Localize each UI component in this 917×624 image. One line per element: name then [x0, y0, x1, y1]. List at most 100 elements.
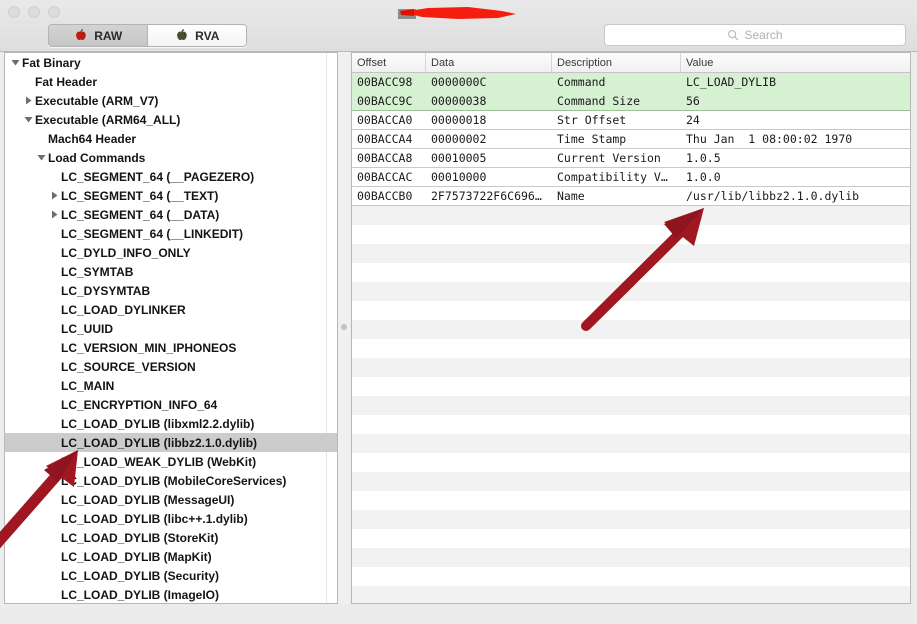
cell-offset: 00BACCA8 [352, 151, 426, 165]
tree-item[interactable]: LC_SEGMENT_64 (__PAGEZERO) [5, 167, 337, 186]
column-header-value[interactable]: Value [681, 53, 910, 72]
cell-offset: 00BACCA0 [352, 113, 426, 127]
table-empty-row [352, 320, 910, 339]
column-header-description[interactable]: Description [552, 53, 681, 72]
tree-item[interactable]: LC_LOAD_DYLIB (libxml2.2.dylib) [5, 414, 337, 433]
tab-rva[interactable]: RVA [148, 25, 247, 46]
apple-red-icon [73, 28, 88, 43]
cell-description: Command Size [552, 94, 681, 108]
cell-offset: 00BACC98 [352, 75, 426, 89]
column-header-data[interactable]: Data [426, 53, 552, 72]
tree-item[interactable]: LC_SYMTAB [5, 262, 337, 281]
tree-item[interactable]: LC_DYLD_INFO_ONLY [5, 243, 337, 262]
disclosure-open-icon[interactable] [24, 115, 33, 124]
disclosure-closed-icon[interactable] [50, 210, 59, 219]
tree-item-label: Executable (ARM_V7) [35, 94, 158, 108]
tree-item-selected[interactable]: LC_LOAD_DYLIB (libbz2.1.0.dylib) [5, 433, 337, 452]
tree-item-label: LC_UUID [61, 322, 113, 336]
tree-item-label: LC_SEGMENT_64 (__LINKEDIT) [61, 227, 243, 241]
tree-item[interactable]: Load Commands [5, 148, 337, 167]
table-row[interactable]: 00BACCAC00010000Compatibility V…1.0.0 [352, 168, 910, 187]
tree-item-label: LC_DYSYMTAB [61, 284, 150, 298]
search-icon [727, 29, 739, 41]
tree-item[interactable]: LC_LOAD_DYLIB (MapKit) [5, 547, 337, 566]
table-empty-row [352, 567, 910, 586]
tree-item-label: LC_SOURCE_VERSION [61, 360, 196, 374]
tree-item[interactable]: LC_LOAD_DYLIB (MessageUI) [5, 490, 337, 509]
view-mode-segmented-control[interactable]: RAW RVA [48, 24, 247, 47]
tree-item[interactable]: LC_UUID [5, 319, 337, 338]
tree-item-label: LC_LOAD_DYLIB (MapKit) [61, 550, 212, 564]
table-header-row: OffsetDataDescriptionValue [352, 53, 910, 73]
tree-item[interactable]: Fat Header [5, 72, 337, 91]
tree-item[interactable]: LC_SEGMENT_64 (__DATA) [5, 205, 337, 224]
tree-item-label: LC_MAIN [61, 379, 114, 393]
cell-data: 00010005 [426, 151, 552, 165]
tree-item[interactable]: Fat Binary [5, 53, 337, 72]
tab-raw[interactable]: RAW [49, 25, 148, 46]
table-empty-row [352, 377, 910, 396]
tree-item[interactable]: LC_VERSION_MIN_IPHONEOS [5, 338, 337, 357]
table-empty-row [352, 396, 910, 415]
tree-item[interactable]: Mach64 Header [5, 129, 337, 148]
table-row[interactable]: 00BACCA800010005Current Version1.0.5 [352, 149, 910, 168]
tree-item-label: LC_LOAD_DYLIB (MessageUI) [61, 493, 234, 507]
disclosure-closed-icon[interactable] [50, 191, 59, 200]
window-titlebar: RAW RVA Search [0, 0, 917, 52]
cell-value: 56 [681, 94, 910, 108]
splitter-handle-dot[interactable] [341, 324, 347, 330]
tree-item-label: LC_LOAD_DYLIB (Security) [61, 569, 219, 583]
table-empty-row [352, 282, 910, 301]
tree-item-label: LC_SEGMENT_64 (__TEXT) [61, 189, 218, 203]
disclosure-open-icon[interactable] [11, 58, 20, 67]
tree-item-label: LC_SYMTAB [61, 265, 133, 279]
table-row[interactable]: 00BACCA400000002Time StampThu Jan 1 08:0… [352, 130, 910, 149]
tree-item-label: LC_LOAD_DYLIB (libc++.1.dylib) [61, 512, 248, 526]
tree-item[interactable]: LC_ENCRYPTION_INFO_64 [5, 395, 337, 414]
tree-item-label: LC_LOAD_DYLIB (libxml2.2.dylib) [61, 417, 254, 431]
tree-item[interactable]: Executable (ARM_V7) [5, 91, 337, 110]
disclosure-triangle[interactable] [48, 210, 61, 219]
tree-item[interactable]: Executable (ARM64_ALL) [5, 110, 337, 129]
search-field[interactable]: Search [604, 24, 906, 46]
cell-data: 00000002 [426, 132, 552, 146]
minimize-button[interactable] [28, 6, 40, 18]
disclosure-closed-icon[interactable] [24, 96, 33, 105]
column-header-offset[interactable]: Offset [352, 53, 426, 72]
tree-item[interactable]: LC_SOURCE_VERSION [5, 357, 337, 376]
outline-pane[interactable]: Fat Binary Fat Header Executable (ARM_V7) E… [4, 52, 338, 604]
tree-item[interactable]: LC_DYSYMTAB [5, 281, 337, 300]
tree-item[interactable]: LC_LOAD_DYLIB (MobileCoreServices) [5, 471, 337, 490]
detail-table-pane[interactable]: OffsetDataDescriptionValue 00BACC9800000… [351, 52, 911, 604]
disclosure-triangle[interactable] [22, 115, 35, 124]
table-row[interactable]: 00BACCB02F7573722F6C696…Name/usr/lib/lib… [352, 187, 910, 206]
tree-item[interactable]: LC_SEGMENT_64 (__LINKEDIT) [5, 224, 337, 243]
tree-item[interactable]: LC_LOAD_WEAK_DYLIB (WebKit) [5, 452, 337, 471]
tree-item-label: LC_LOAD_DYLIB (ImageIO) [61, 588, 219, 602]
table-empty-row [352, 453, 910, 472]
title-redaction-scribble [398, 4, 520, 22]
close-button[interactable] [8, 6, 20, 18]
tree-item-label: Fat Header [35, 75, 97, 89]
disclosure-triangle[interactable] [22, 96, 35, 105]
disclosure-triangle[interactable] [48, 191, 61, 200]
table-row[interactable]: 00BACC980000000CCommandLC_LOAD_DYLIB [352, 73, 910, 92]
table-empty-row [352, 434, 910, 453]
pane-splitter[interactable] [338, 52, 350, 604]
table-row[interactable]: 00BACC9C00000038Command Size56 [352, 92, 910, 111]
tree-item[interactable]: LC_LOAD_DYLIB (ImageIO) [5, 585, 337, 604]
tree-item[interactable]: LC_LOAD_DYLIB (libc++.1.dylib) [5, 509, 337, 528]
tree-item[interactable]: LC_SEGMENT_64 (__TEXT) [5, 186, 337, 205]
zoom-button[interactable] [48, 6, 60, 18]
tree-item-label: LC_LOAD_DYLINKER [61, 303, 186, 317]
tree-item[interactable]: LC_LOAD_DYLINKER [5, 300, 337, 319]
application-window: RAW RVA Search Fat Binary Fat Header Execu… [0, 0, 917, 624]
disclosure-triangle[interactable] [35, 153, 48, 162]
cell-data: 00010000 [426, 170, 552, 184]
tree-item[interactable]: LC_MAIN [5, 376, 337, 395]
tree-item[interactable]: LC_LOAD_DYLIB (Security) [5, 566, 337, 585]
tree-item[interactable]: LC_LOAD_DYLIB (StoreKit) [5, 528, 337, 547]
table-row[interactable]: 00BACCA000000018Str Offset24 [352, 111, 910, 130]
disclosure-open-icon[interactable] [37, 153, 46, 162]
disclosure-triangle[interactable] [9, 58, 22, 67]
